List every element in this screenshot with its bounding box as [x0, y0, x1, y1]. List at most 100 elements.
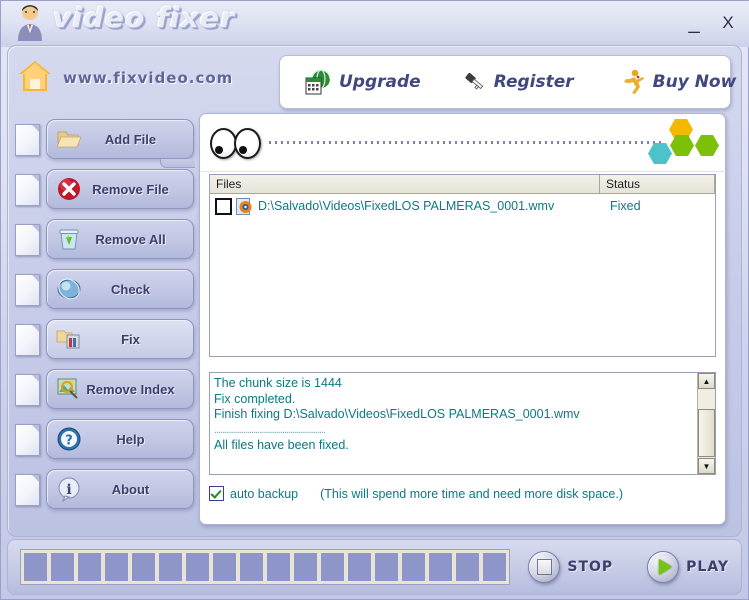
add-file-label: Add File [104, 131, 157, 147]
page-icon [15, 224, 40, 256]
red-x-circle-icon [56, 176, 82, 202]
help-button[interactable]: ? Help [46, 419, 194, 459]
progress-segment [293, 552, 318, 582]
bottom-bar: STOP PLAY [7, 539, 742, 595]
page-icon [15, 174, 40, 206]
remove-index-button[interactable]: Remove Index [46, 369, 194, 409]
page-icon [15, 124, 40, 156]
image-index-icon [56, 376, 82, 402]
scroll-down-button[interactable]: ▼ [698, 458, 715, 474]
title-bar: video fixer _ X [1, 1, 749, 47]
upgrade-button[interactable]: Upgrade [300, 60, 425, 104]
page-icon [15, 474, 40, 506]
progress-segment [401, 552, 426, 582]
sidebar-item-fix[interactable]: Fix [8, 315, 198, 365]
mascot-icon [13, 3, 47, 43]
magnifier-disc-icon [56, 276, 82, 302]
file-list[interactable]: Files Status D:\Salvado\Videos\FixedLOS … [209, 174, 716, 357]
window-controls: _ X [684, 11, 738, 35]
progress-segment [320, 552, 345, 582]
stop-label: STOP [567, 559, 614, 575]
progress-segment [482, 552, 507, 582]
folder-open-icon [56, 126, 82, 152]
log-panel[interactable]: The chunk size is 1444 Fix completed. Fi… [209, 372, 716, 475]
progress-segment [428, 552, 453, 582]
row-checkbox[interactable] [215, 197, 232, 215]
hex-teal [648, 143, 672, 164]
remove-all-button[interactable]: Remove All [46, 219, 194, 259]
about-label: About [111, 481, 150, 497]
column-header-status[interactable]: Status [600, 175, 715, 194]
scroll-track[interactable] [698, 389, 715, 458]
check-button[interactable]: Check [46, 269, 194, 309]
fix-button[interactable]: Fix [46, 319, 194, 359]
help-label: Help [116, 431, 145, 447]
header-band: www.fixvideo.com Upgrade Register Buy No… [7, 49, 742, 115]
running-man-icon [618, 68, 646, 96]
toolbox-icon [56, 326, 82, 352]
remove-index-label: Remove Index [86, 381, 175, 397]
register-button[interactable]: Register [455, 60, 578, 104]
home-icon[interactable] [17, 59, 53, 93]
play-label: PLAY [686, 559, 729, 575]
hex-green-2 [695, 135, 719, 156]
sidebar-item-check[interactable]: Check [8, 265, 198, 315]
eyes-icon [210, 128, 261, 159]
recycle-bin-icon [56, 226, 82, 252]
progress-segment [239, 552, 264, 582]
info-icon: i [56, 476, 82, 503]
buy-now-button[interactable]: Buy Now [614, 60, 741, 104]
svg-text:?: ? [65, 434, 73, 449]
progress-segment [50, 552, 75, 582]
progress-segment [104, 552, 129, 582]
fix-label: Fix [121, 331, 140, 347]
page-icon [15, 424, 40, 456]
close-button[interactable]: X [718, 13, 738, 33]
sidebar-item-remove-file[interactable]: Remove File [8, 165, 198, 215]
media-file-icon [236, 197, 253, 215]
playback-controls: STOP PLAY [528, 544, 729, 590]
sidebar: Add File Remove File Remove All Check Fi… [8, 115, 198, 535]
sidebar-item-remove-all[interactable]: Remove All [8, 215, 198, 265]
status-strip [201, 115, 726, 172]
file-status: Fixed [610, 199, 641, 213]
auto-backup-checkbox[interactable] [209, 486, 224, 501]
page-icon [15, 274, 40, 306]
play-button[interactable]: PLAY [647, 551, 729, 583]
log-text: The chunk size is 1444 Fix completed. Fi… [210, 373, 697, 474]
register-label: Register [493, 72, 574, 92]
remove-all-label: Remove All [95, 231, 166, 247]
add-file-button[interactable]: Add File [46, 119, 194, 159]
key-icon [459, 68, 487, 96]
hex-green [670, 135, 694, 156]
page-icon [15, 324, 40, 356]
sidebar-item-help[interactable]: ? Help [8, 415, 198, 465]
progress-segment [374, 552, 399, 582]
progress-segment [185, 552, 210, 582]
scroll-thumb[interactable] [698, 409, 715, 457]
sidebar-item-about[interactable]: i About [8, 465, 198, 515]
question-mark-icon: ? [56, 426, 82, 452]
globe-calendar-icon [304, 68, 332, 96]
auto-backup-note: (This will spend more time and need more… [320, 486, 624, 501]
progress-segment [455, 552, 480, 582]
log-separator: ........................................… [214, 423, 326, 436]
sidebar-item-add-file[interactable]: Add File [8, 115, 198, 168]
progress-segment [347, 552, 372, 582]
minimize-button[interactable]: _ [684, 13, 704, 33]
sidebar-item-remove-index[interactable]: Remove Index [8, 365, 198, 415]
stop-button[interactable]: STOP [528, 551, 613, 583]
scroll-up-button[interactable]: ▲ [698, 373, 715, 389]
remove-file-button[interactable]: Remove File [46, 169, 194, 209]
progress-segment [212, 552, 237, 582]
table-row[interactable]: D:\Salvado\Videos\FixedLOS PALMERAS_0001… [210, 194, 715, 218]
site-url-label: www.fixvideo.com [63, 69, 234, 87]
promo-toolbar: Upgrade Register Buy Now [279, 55, 736, 109]
progress-segment [131, 552, 156, 582]
log-scrollbar[interactable]: ▲ ▼ [697, 373, 715, 474]
log-final-line: All files have been fixed. [214, 438, 349, 452]
progress-segment [23, 552, 48, 582]
about-button[interactable]: i About [46, 469, 194, 509]
auto-backup-label: auto backup [230, 486, 299, 501]
column-header-files[interactable]: Files [210, 175, 600, 194]
